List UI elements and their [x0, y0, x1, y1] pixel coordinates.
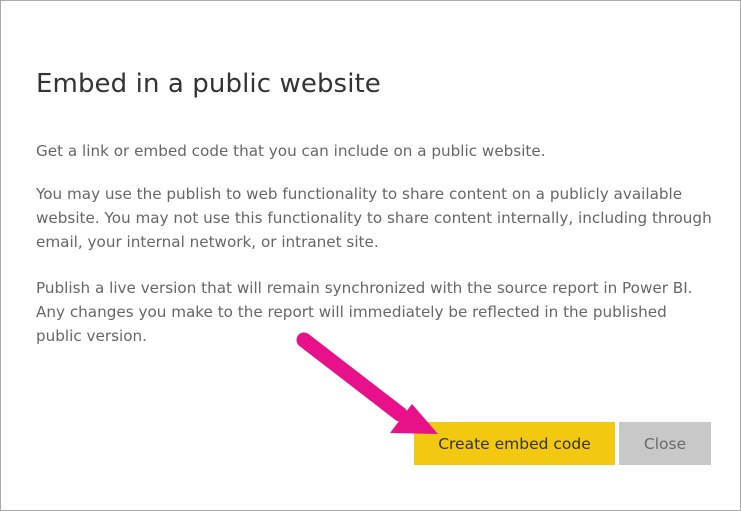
dialog-title: Embed in a public website	[36, 69, 381, 99]
embed-dialog: Embed in a public website Get a link or …	[0, 0, 741, 511]
dialog-description: Get a link or embed code that you can in…	[36, 142, 546, 160]
dialog-sync-notice: Publish a live version that will remain …	[36, 279, 693, 345]
close-button[interactable]: Close	[619, 422, 711, 465]
create-embed-code-button[interactable]: Create embed code	[414, 422, 615, 465]
dialog-usage-notice: You may use the publish to web functiona…	[36, 185, 712, 251]
